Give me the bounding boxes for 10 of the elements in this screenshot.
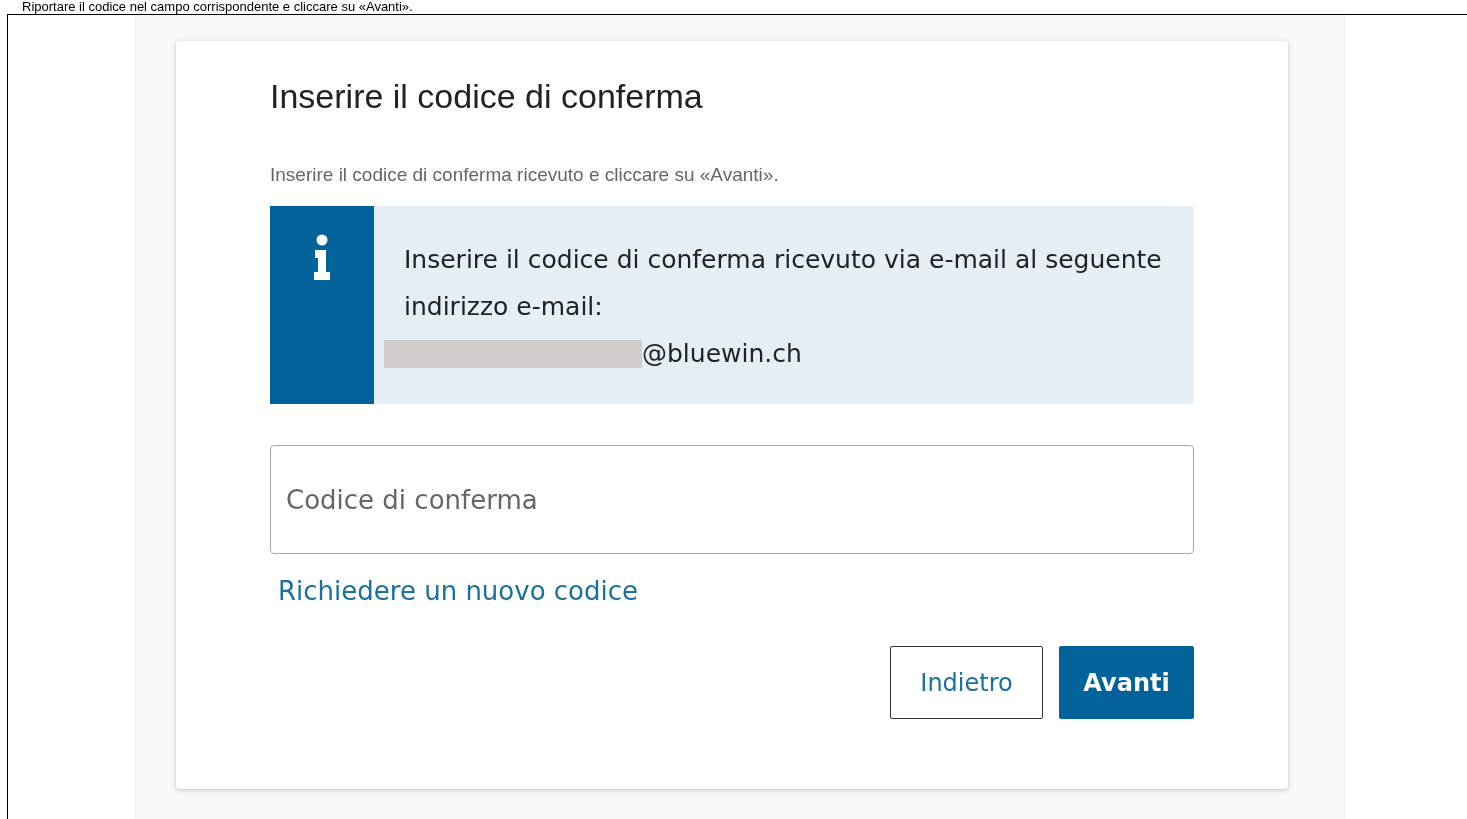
instruction-text: Inserire il codice di conferma ricevuto e cliccare su «Avanti». xyxy=(270,164,779,186)
back-button[interactable]: Indietro xyxy=(890,646,1043,719)
email-domain: @bluewin.ch xyxy=(642,338,802,370)
caption-text: Riportare il codice nel campo corrispondente e cliccare su «Avanti». xyxy=(21,0,413,14)
next-button[interactable]: Avanti xyxy=(1059,646,1194,719)
code-input-field[interactable]: Codice di conferma xyxy=(270,445,1194,554)
info-icon xyxy=(312,234,332,282)
info-message: Inserire il codice di conferma ricevuto via e-mail al seguente indirizzo e-mail: xyxy=(404,244,1163,323)
dialog-title: Inserire il codice di conferma xyxy=(270,77,703,116)
resend-code-link[interactable]: Richiedere un nuovo codice xyxy=(278,576,639,606)
